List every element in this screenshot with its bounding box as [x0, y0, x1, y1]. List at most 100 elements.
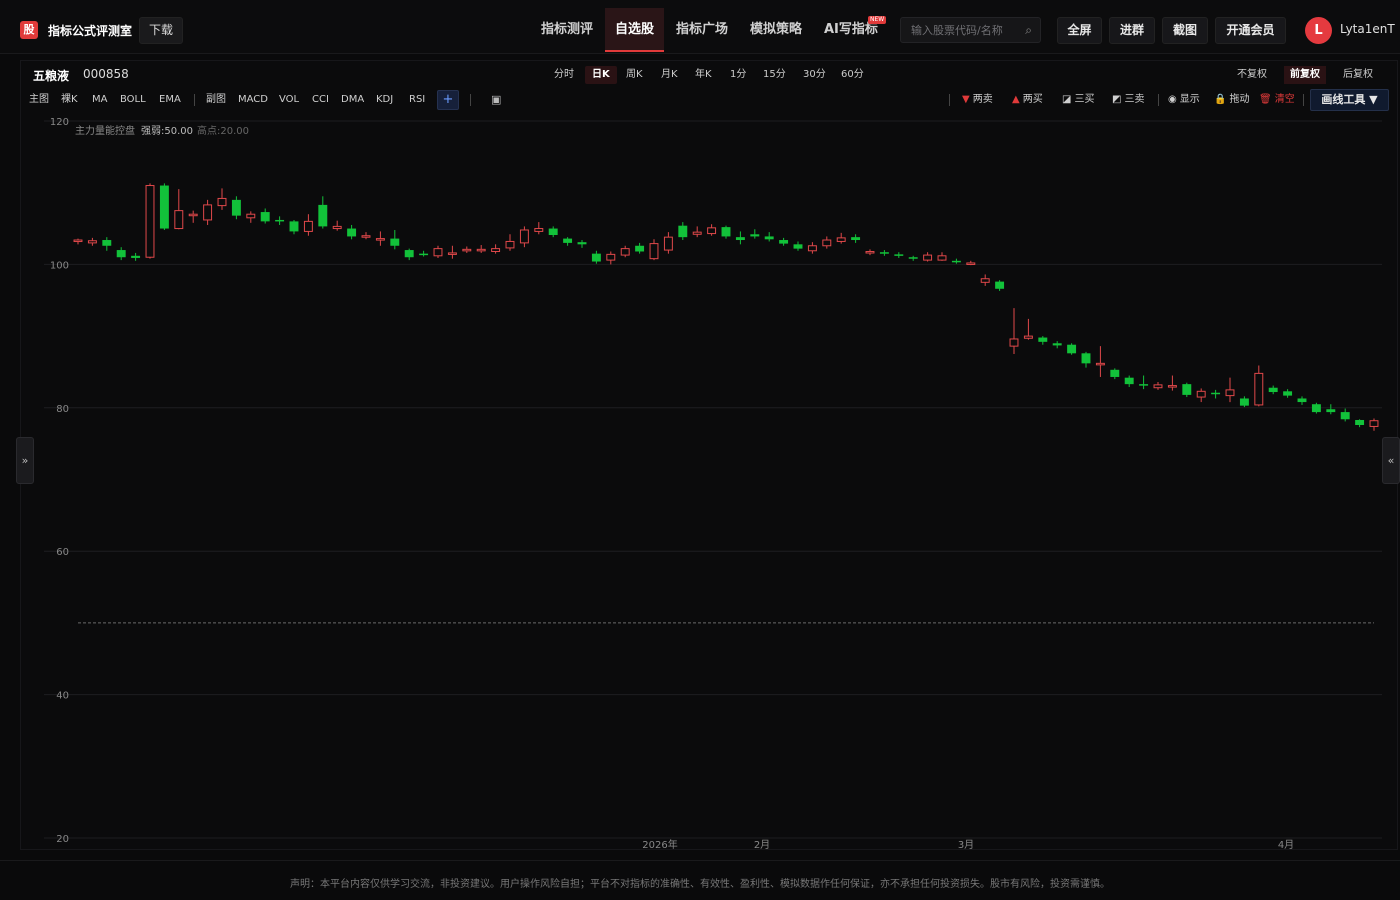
candle-body [1139, 384, 1149, 386]
candle-body [1167, 385, 1177, 388]
candle-body [505, 240, 515, 249]
expand-right-panel-button[interactable]: « [1382, 437, 1400, 484]
candle-body [980, 278, 990, 283]
candle-body [966, 262, 976, 265]
candle [534, 222, 544, 235]
candle-body [591, 253, 601, 262]
candle [1167, 375, 1177, 391]
candle [894, 252, 904, 258]
candle-body [865, 250, 875, 254]
candle-body [462, 248, 472, 252]
candle-body [476, 248, 486, 252]
candle [779, 237, 789, 246]
candle-body [750, 234, 760, 237]
expand-left-panel-button[interactable]: » [16, 437, 34, 484]
candle-body [951, 260, 961, 263]
y-tick-label: 100 [50, 260, 69, 271]
y-tick-label: 120 [50, 117, 69, 128]
candle-body [649, 243, 659, 260]
candle-body [491, 248, 501, 252]
candle [390, 229, 400, 250]
candle-body [563, 238, 573, 243]
candle-body [635, 245, 645, 252]
candle-body [361, 235, 371, 238]
candle [577, 240, 587, 248]
candle [1139, 375, 1149, 390]
candle [131, 252, 141, 261]
candle [764, 232, 774, 242]
candle-body [764, 236, 774, 240]
candle [347, 224, 357, 240]
candlestick-chart[interactable]: 120 100 80 60 40 20 2026年 2月 3月 4月 主力量能控盘 强弱:50.0… [0, 0, 1400, 860]
candle [1023, 318, 1033, 340]
candle-body [1369, 420, 1379, 427]
candle [1355, 419, 1365, 428]
candle [1326, 404, 1336, 415]
candle [966, 260, 976, 266]
candle-body [1052, 343, 1062, 346]
indicator-value: 强弱:50.00 [141, 125, 193, 137]
footer: 声明：本平台内容仅供学习交流，非投资建议。用户操作风险自担；平台不对指标的准确性… [0, 860, 1400, 900]
candle [1153, 381, 1163, 390]
candle-body [1355, 419, 1365, 426]
candle-body [1153, 384, 1163, 389]
candle [447, 245, 457, 259]
candle-body [807, 245, 817, 252]
candle [663, 232, 673, 254]
candle [491, 244, 501, 254]
indicator-legend: 主力量能控盘 强弱:50.00 高点:20.00 [75, 124, 249, 137]
candle-body [1196, 390, 1206, 398]
candle-body [303, 220, 313, 232]
candle-body [1023, 335, 1033, 339]
candle [937, 252, 947, 261]
candle [102, 237, 112, 251]
candle [87, 237, 97, 246]
candle-body [116, 250, 126, 258]
candle [1297, 396, 1307, 405]
candle-body [275, 219, 285, 222]
candle-body [1283, 391, 1293, 396]
x-axis-labels: 2026年 2月 3月 4月 [642, 838, 1294, 851]
candle [289, 219, 299, 235]
candle [692, 226, 702, 238]
candle [476, 245, 486, 253]
candle-body [937, 255, 947, 261]
y-tick-label: 60 [56, 547, 69, 558]
x-tick-label: 2月 [754, 839, 770, 851]
candle [505, 234, 515, 251]
candle [375, 231, 385, 246]
candle-body [606, 253, 616, 261]
candle [318, 196, 328, 229]
candle [865, 249, 875, 256]
candle-body [433, 248, 443, 257]
candle [951, 258, 961, 264]
candle [361, 232, 371, 240]
candle [995, 280, 1005, 291]
candle-body [390, 238, 400, 246]
candle-body [332, 225, 342, 230]
candle-body [375, 238, 385, 241]
candle [1110, 368, 1120, 380]
candle [548, 226, 558, 238]
candles [73, 183, 1379, 431]
candle-body [1009, 338, 1019, 347]
candle-body [217, 197, 227, 207]
candle-body [159, 185, 169, 229]
candle [1196, 388, 1206, 403]
candle-body [793, 244, 803, 249]
y-tick-label: 80 [56, 404, 69, 415]
candle-body [620, 248, 630, 256]
candle-body [692, 231, 702, 235]
candle [73, 238, 83, 245]
candle [1283, 389, 1293, 398]
candle-body [231, 199, 241, 216]
candle [1038, 336, 1048, 345]
candle [246, 211, 256, 223]
candle [635, 242, 645, 254]
candle-body [1124, 377, 1134, 385]
candle [793, 241, 803, 251]
candle-body [908, 257, 918, 259]
candle [649, 239, 659, 261]
candle-body [1038, 337, 1048, 342]
candle [807, 242, 817, 254]
